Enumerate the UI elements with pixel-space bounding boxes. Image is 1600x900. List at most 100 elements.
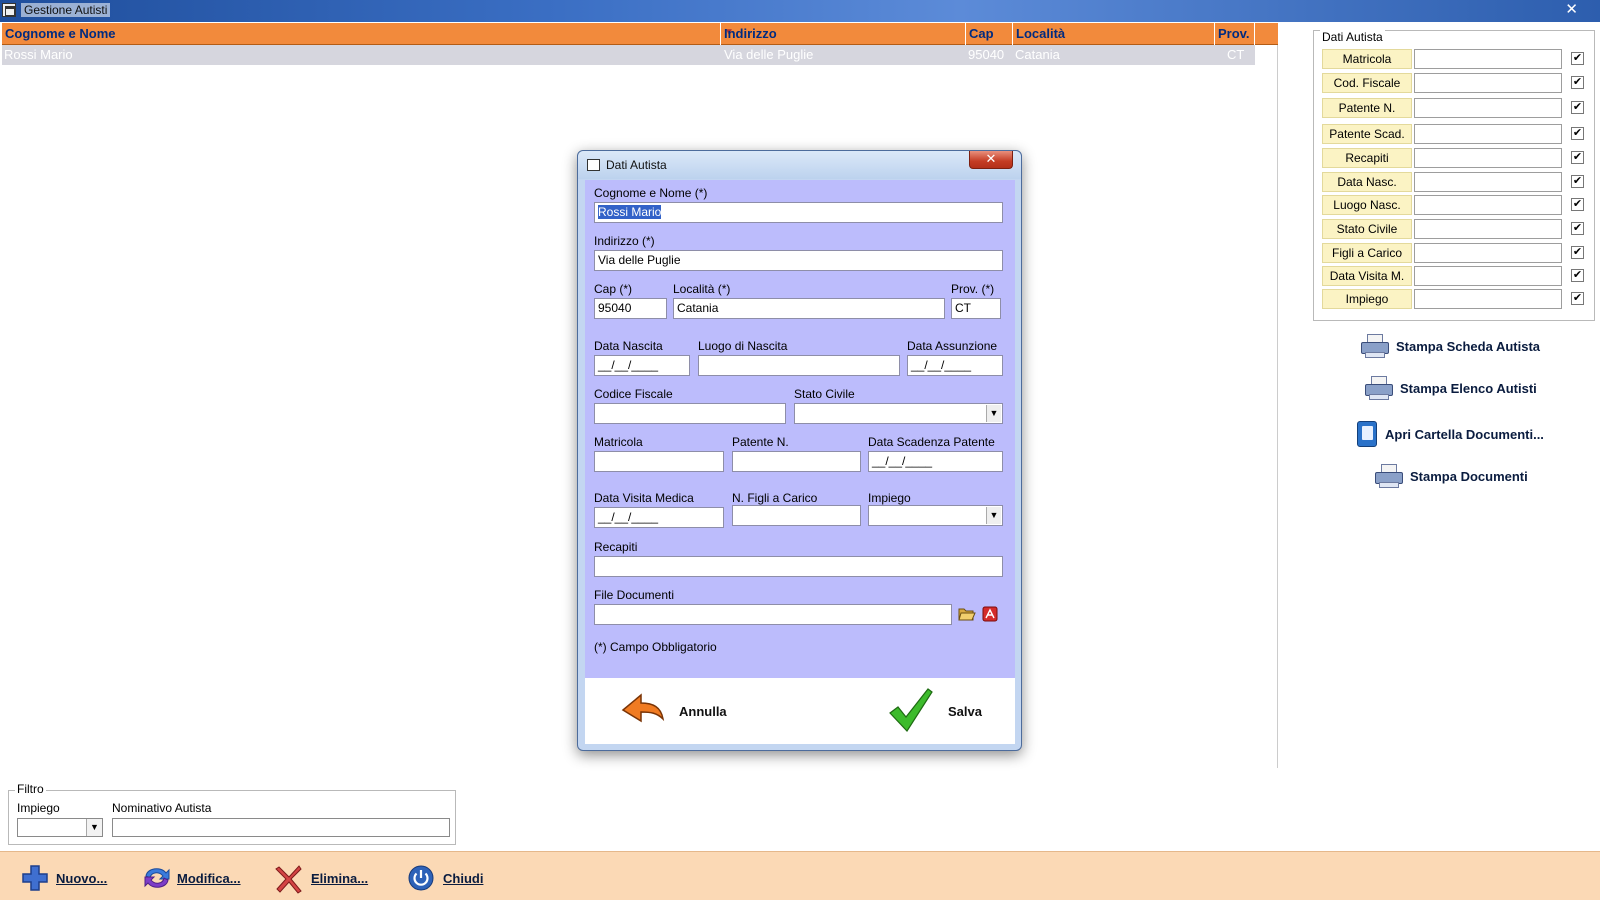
window-close-button[interactable]: ✕ <box>1565 0 1578 18</box>
field-input[interactable] <box>1414 148 1562 168</box>
column-header-cap[interactable]: Cap <box>966 23 1013 45</box>
codice-fiscale-label: Codice Fiscale <box>594 387 673 401</box>
table-row[interactable]: Rossi Mario Via delle Puglie 95040 Catan… <box>2 45 1255 65</box>
field-checkbox[interactable]: ✔ <box>1571 76 1584 89</box>
field-checkbox[interactable]: ✔ <box>1571 52 1584 65</box>
matricola-input[interactable] <box>594 451 724 472</box>
stampa-documenti-button[interactable]: Stampa Documenti <box>1374 463 1528 489</box>
chevron-down-icon[interactable]: ▼ <box>986 507 1001 524</box>
field-input[interactable] <box>1414 195 1562 215</box>
salva-button[interactable]: Salva <box>888 687 982 736</box>
dialog-buttons: Annulla Salva <box>585 678 1015 744</box>
cell-cap: 95040 <box>968 47 1005 62</box>
data-nascita-label: Data Nascita <box>594 339 663 353</box>
nuovo-button[interactable]: Nuovo... <box>20 864 107 892</box>
figli-input[interactable] <box>732 505 861 526</box>
group-title: Dati Autista <box>1320 30 1385 44</box>
field-checkbox[interactable]: ✔ <box>1571 292 1584 305</box>
luogo-nascita-label: Luogo di Nascita <box>698 339 788 353</box>
indirizzo-input[interactable]: Via delle Puglie <box>594 250 1003 271</box>
patente-input[interactable] <box>732 451 861 472</box>
field-row: Patente Scad. ✔ <box>1314 124 1596 146</box>
file-documenti-input[interactable] <box>594 604 952 625</box>
filter-impiego-select[interactable]: ▼ <box>17 818 103 837</box>
luogo-nascita-input[interactable] <box>698 355 900 376</box>
field-input[interactable] <box>1414 124 1562 144</box>
stampa-scheda-label: Stampa Scheda Autista <box>1396 338 1541 354</box>
field-label: Luogo Nasc. <box>1322 195 1412 215</box>
impiego-select[interactable]: ▼ <box>868 505 1003 526</box>
field-label: Impiego <box>1322 289 1412 309</box>
chiudi-button[interactable]: Chiudi <box>407 864 483 892</box>
prov-label: Prov. (*) <box>951 282 995 296</box>
field-checkbox[interactable]: ✔ <box>1571 175 1584 188</box>
field-checkbox[interactable]: ✔ <box>1571 222 1584 235</box>
field-checkbox[interactable]: ✔ <box>1571 269 1584 282</box>
localita-input[interactable]: Catania <box>673 298 945 319</box>
stampa-scheda-button[interactable]: Stampa Scheda Autista <box>1360 333 1540 359</box>
field-input[interactable] <box>1414 266 1562 286</box>
field-input[interactable] <box>1414 289 1562 309</box>
annulla-label: Annulla <box>679 704 727 719</box>
recapiti-input[interactable] <box>594 556 1003 577</box>
chevron-down-icon[interactable]: ▼ <box>86 819 102 836</box>
dialog-close-button[interactable]: ✕ <box>969 151 1013 169</box>
app-icon[interactable] <box>2 3 16 17</box>
chiudi-label: Chiudi <box>443 870 484 886</box>
patente-label: Patente N. <box>732 435 789 449</box>
field-checkbox[interactable]: ✔ <box>1571 246 1584 259</box>
codice-fiscale-input[interactable] <box>594 403 786 424</box>
column-header-localita[interactable]: Località <box>1013 23 1215 45</box>
grid-header: Cognome e Nome ▼ Indirizzo Cap Località … <box>2 23 1278 45</box>
data-nascita-input[interactable]: __/__/____ <box>594 355 690 376</box>
impiego-label: Impiego <box>868 491 911 505</box>
field-input[interactable] <box>1414 73 1562 93</box>
window-title: Gestione Autisti <box>21 3 111 17</box>
modifica-label: Modifica... <box>177 870 241 886</box>
field-row: Stato Civile ✔ <box>1314 219 1596 241</box>
field-input[interactable] <box>1414 172 1562 192</box>
field-input[interactable] <box>1414 219 1562 239</box>
field-input[interactable] <box>1414 49 1562 69</box>
cap-input[interactable]: 95040 <box>594 298 667 319</box>
stato-civile-select[interactable]: ▼ <box>794 403 1003 424</box>
filter-nominativo-input[interactable] <box>112 818 450 837</box>
visita-medica-input[interactable]: __/__/____ <box>594 507 724 528</box>
column-header-nome[interactable]: Cognome e Nome <box>2 23 721 45</box>
apri-cartella-button[interactable]: Apri Cartella Documenti... <box>1355 419 1544 449</box>
field-checkbox[interactable]: ✔ <box>1571 198 1584 211</box>
open-folder-icon[interactable] <box>958 606 976 622</box>
chevron-down-icon[interactable]: ▼ <box>986 405 1001 422</box>
scadenza-patente-input[interactable]: __/__/____ <box>868 451 1003 472</box>
nome-input[interactable]: Rossi Mario <box>594 202 1003 223</box>
elimina-button[interactable]: Elimina... <box>275 864 368 894</box>
pdf-icon[interactable] <box>982 606 1000 622</box>
dialog-window-icon <box>587 159 600 171</box>
filter-nominativo-label: Nominativo Autista <box>112 801 212 815</box>
column-header-indirizzo[interactable]: Indirizzo <box>721 23 966 45</box>
filter-impiego-label: Impiego <box>17 801 60 815</box>
data-assunzione-input[interactable]: __/__/____ <box>907 355 1003 376</box>
cell-indirizzo: Via delle Puglie <box>724 47 814 62</box>
cell-localita: Catania <box>1015 47 1060 62</box>
field-label: Data Nasc. <box>1322 172 1412 192</box>
file-documenti-label: File Documenti <box>594 588 675 602</box>
field-input[interactable] <box>1414 243 1562 263</box>
plus-icon <box>20 864 50 892</box>
bottom-toolbar: Nuovo... Modifica... Elimina... Chiudi <box>0 851 1600 900</box>
recapiti-label: Recapiti <box>594 540 638 554</box>
field-checkbox[interactable]: ✔ <box>1571 101 1584 114</box>
checkmark-icon <box>888 687 934 736</box>
stampa-elenco-button[interactable]: Stampa Elenco Autisti <box>1364 375 1537 401</box>
cell-nome: Rossi Mario <box>4 47 73 62</box>
filter-title: Filtro <box>15 782 46 796</box>
modifica-button[interactable]: Modifica... <box>141 864 241 892</box>
annulla-button[interactable]: Annulla <box>621 692 727 731</box>
field-checkbox[interactable]: ✔ <box>1571 151 1584 164</box>
field-checkbox[interactable]: ✔ <box>1571 127 1584 140</box>
prov-input[interactable]: CT <box>951 298 1001 319</box>
field-label: Cod. Fiscale <box>1322 73 1412 93</box>
field-input[interactable] <box>1414 98 1562 118</box>
scadenza-patente-label: Data Scadenza Patente <box>868 435 995 449</box>
column-header-prov[interactable]: Prov. <box>1215 23 1255 45</box>
